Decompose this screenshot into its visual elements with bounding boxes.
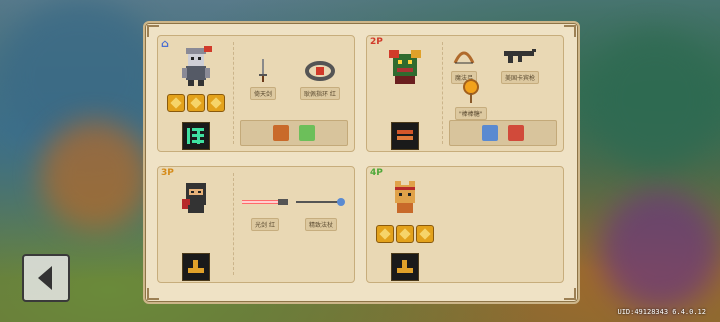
spiky-item-icon[interactable] bbox=[508, 125, 524, 141]
weapon-name: 美国卡宾枪 bbox=[501, 71, 540, 84]
bow-icon bbox=[451, 42, 477, 68]
back-arrow-icon bbox=[38, 266, 52, 290]
player-tag: 3P bbox=[161, 168, 174, 178]
uid-version-label: UID:49128343 6.4.0.12 bbox=[617, 308, 706, 316]
weapon-name: 光剑 红 bbox=[251, 218, 279, 231]
panel-corner bbox=[564, 288, 576, 300]
weapon-name: "棒棒糖" bbox=[455, 107, 487, 120]
lightsaber-icon bbox=[242, 189, 288, 215]
skill-icon[interactable] bbox=[182, 122, 210, 150]
weapon-slot[interactable]: "棒棒糖" bbox=[455, 78, 487, 120]
buff-row bbox=[167, 94, 225, 112]
skill-icon[interactable] bbox=[391, 122, 419, 150]
weapon-slot[interactable]: 耿佩指环 红 bbox=[300, 58, 340, 100]
staff-icon bbox=[296, 189, 346, 215]
character-avatar bbox=[174, 44, 218, 88]
skill-icon[interactable] bbox=[391, 253, 419, 281]
card-divider bbox=[442, 42, 443, 144]
rifle-icon bbox=[502, 42, 538, 68]
lollipop-icon bbox=[461, 78, 481, 104]
weapon-name: 倚天剑 bbox=[250, 87, 277, 100]
ring-icon bbox=[304, 58, 335, 84]
sword-icon bbox=[257, 58, 269, 84]
gold-buff-icon bbox=[167, 94, 185, 112]
player-card-4: 4P bbox=[366, 166, 564, 283]
gold-buff-icon bbox=[396, 225, 414, 243]
gold-buff-icon bbox=[187, 94, 205, 112]
green-item-icon[interactable] bbox=[299, 125, 315, 141]
bg-decoration bbox=[590, 30, 720, 170]
fire-sword-icon[interactable] bbox=[273, 125, 289, 141]
gold-buff-icon bbox=[207, 94, 225, 112]
p1-house-icon: ⌂ bbox=[161, 37, 169, 50]
character-avatar bbox=[383, 175, 427, 219]
back-button[interactable] bbox=[22, 254, 70, 302]
weapon-slot[interactable]: 精致法杖 bbox=[296, 189, 346, 231]
character-avatar bbox=[383, 44, 427, 88]
gold-buff-icon bbox=[376, 225, 394, 243]
item-slot-bar bbox=[240, 120, 348, 146]
blue-item-icon[interactable] bbox=[482, 125, 498, 141]
card-divider bbox=[233, 173, 234, 275]
weapon-name: 耿佩指环 红 bbox=[300, 87, 340, 100]
weapon-slot[interactable]: 倚天剑 bbox=[250, 58, 277, 100]
player-tag: 2P bbox=[370, 37, 383, 47]
player-card-1: ⌂ 倚天剑 耿佩指环 红 bbox=[157, 35, 355, 152]
skill-icon[interactable] bbox=[182, 253, 210, 281]
player-card-3: 3P 光剑 红 精致法杖 bbox=[157, 166, 355, 283]
buff-row bbox=[376, 225, 434, 243]
item-slot-bar bbox=[449, 120, 557, 146]
panel-corner bbox=[564, 25, 576, 37]
player-card-2: 2P 魔法弓 美国卡宾枪 "棒棒糖" bbox=[366, 35, 564, 152]
weapon-name: 精致法杖 bbox=[304, 218, 337, 231]
weapon-slot[interactable]: 美国卡宾枪 bbox=[501, 42, 540, 84]
player-tag: 4P bbox=[370, 168, 383, 178]
card-divider bbox=[233, 42, 234, 144]
panel-corner bbox=[147, 288, 159, 300]
weapon-slot[interactable]: 光剑 红 bbox=[242, 189, 288, 231]
character-avatar bbox=[174, 175, 218, 219]
bg-decoration bbox=[40, 120, 150, 230]
bg-decoration bbox=[600, 190, 720, 310]
gold-buff-icon bbox=[416, 225, 434, 243]
